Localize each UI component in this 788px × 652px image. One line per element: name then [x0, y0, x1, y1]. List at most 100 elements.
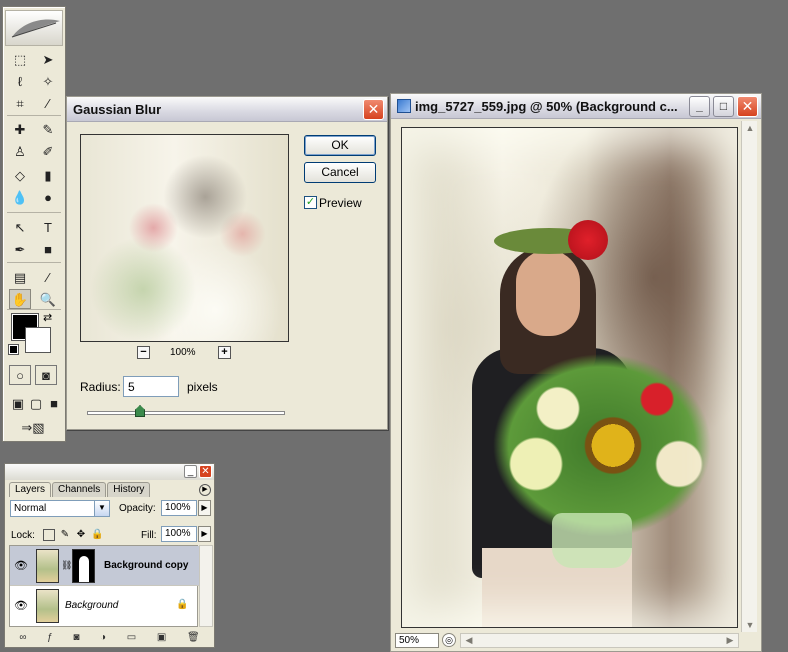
link-layers-icon[interactable]: ∞	[19, 632, 26, 643]
blur-tool-icon[interactable]: 💧	[9, 187, 31, 207]
lock-image-icon[interactable]: ✎	[59, 529, 71, 541]
layer-mask-thumbnail[interactable]	[72, 549, 95, 583]
preview-zoom-level: 100%	[170, 347, 196, 358]
zoom-in-button[interactable]: +	[218, 346, 231, 359]
dialog-close-button[interactable]: ✕	[363, 99, 384, 120]
status-info-icon[interactable]: ◎	[442, 633, 456, 647]
background-color-swatch[interactable]	[25, 327, 51, 353]
cancel-button[interactable]: Cancel	[304, 162, 376, 183]
lock-label: Lock:	[11, 530, 35, 541]
screen-mode-full-icon[interactable]: ■	[43, 393, 65, 413]
lock-position-icon[interactable]: ✥	[75, 529, 87, 541]
chain-link-icon[interactable]: ⛓	[61, 560, 72, 571]
marquee-tool-icon[interactable]: ⬚	[9, 49, 31, 69]
layer-name: Background	[65, 600, 119, 611]
blend-mode-value: Normal	[14, 503, 47, 514]
palette-close-button[interactable]: ✕	[199, 465, 212, 478]
fill-arrow-icon[interactable]: ▶	[198, 526, 211, 542]
gradient-tool-icon[interactable]: ▮	[37, 165, 59, 185]
standard-mode-icon[interactable]: ○	[9, 365, 31, 385]
layer-row-background-copy[interactable]: 👁 ⛓ Background copy	[10, 546, 199, 586]
radius-input[interactable]: 5	[123, 376, 179, 397]
document-status-bar: 50% ◎ ◀ ▶	[395, 632, 739, 648]
vertical-scrollbar[interactable]: ▲ ▼	[741, 121, 757, 632]
path-selection-tool-icon[interactable]: ↖	[9, 217, 31, 237]
radius-slider-thumb[interactable]	[135, 405, 145, 417]
layers-palette: _ ✕ Layers Channels History ▶ Normal ▼ O…	[4, 463, 215, 648]
adjustment-layer-icon[interactable]: ◑	[100, 632, 106, 643]
palette-minimize-button[interactable]: _	[184, 465, 197, 478]
layer-lock-icon: 🔒	[176, 599, 189, 610]
layer-style-icon[interactable]: ƒ	[47, 632, 53, 643]
dialog-title: Gaussian Blur	[67, 97, 387, 122]
feather-logo-icon	[5, 10, 63, 46]
radius-unit-label: pixels	[187, 380, 218, 394]
pen-tool-icon[interactable]: ✒	[9, 239, 31, 259]
new-group-icon[interactable]: ▭	[127, 632, 136, 643]
history-brush-tool-icon[interactable]: ✐	[37, 141, 59, 161]
opacity-arrow-icon[interactable]: ▶	[198, 500, 211, 516]
eraser-tool-icon[interactable]: ◇	[9, 165, 31, 185]
notes-tool-icon[interactable]: ▤	[9, 267, 31, 287]
slice-tool-icon[interactable]: ⁄	[37, 93, 59, 113]
preview-checkbox[interactable]: ✓	[304, 196, 317, 209]
horizontal-scrollbar[interactable]: ◀ ▶	[460, 632, 739, 648]
layer-list-scrollbar[interactable]	[199, 545, 213, 627]
eyedropper-tool-icon[interactable]: ⁄	[37, 267, 59, 287]
maximize-button[interactable]: □	[713, 96, 734, 117]
blur-preview-image[interactable]	[80, 134, 289, 342]
fill-field[interactable]: 100%	[161, 526, 197, 542]
layer-thumbnail	[36, 549, 59, 583]
document-icon	[397, 99, 411, 113]
opacity-field[interactable]: 100%	[161, 500, 197, 516]
blend-mode-select[interactable]: Normal ▼	[10, 500, 110, 517]
zoom-out-button[interactable]: −	[137, 346, 150, 359]
toolbox: ⬚ ➤ ℓ ✧ ⌗ ⁄ ✚ ✎ ♙ ✐ ◇ ▮ 💧 ● ↖ T ✒ ■ ▤ ⁄ ✋ 🔍 ⇄ ○ ◙ ▣ ▢ ■ ⇒▧	[2, 6, 66, 442]
tab-channels[interactable]: Channels	[52, 482, 107, 497]
quick-mask-mode-icon[interactable]: ◙	[35, 365, 57, 385]
zoom-tool-icon[interactable]: 🔍	[37, 289, 59, 309]
eye-icon[interactable]: 👁	[14, 559, 28, 572]
ok-button[interactable]: OK	[304, 135, 376, 156]
crop-tool-icon[interactable]: ⌗	[9, 93, 31, 113]
lasso-tool-icon[interactable]: ℓ	[9, 71, 31, 91]
layer-row-background[interactable]: 👁 Background 🔒	[10, 586, 199, 626]
add-mask-icon[interactable]: ◙	[73, 632, 79, 643]
lock-all-icon[interactable]: 🔒	[91, 529, 103, 541]
swap-colors-icon[interactable]: ⇄	[43, 311, 52, 324]
opacity-label: Opacity:	[119, 503, 156, 514]
zoom-level-field[interactable]: 50%	[395, 632, 439, 648]
radius-slider-track[interactable]	[87, 411, 285, 415]
palette-menu-icon[interactable]: ▶	[199, 484, 211, 496]
jump-to-imageready-icon[interactable]: ⇒▧	[9, 417, 57, 437]
tab-history[interactable]: History	[107, 482, 151, 497]
eye-icon[interactable]: 👁	[14, 599, 28, 612]
new-layer-icon[interactable]: ▣	[157, 632, 166, 643]
lock-transparency-icon[interactable]	[43, 529, 55, 541]
radius-label: Radius:	[80, 380, 121, 394]
type-tool-icon[interactable]: T	[37, 217, 59, 237]
layer-thumbnail	[36, 589, 59, 623]
palette-tabs: Layers Channels History	[9, 482, 210, 497]
shape-tool-icon[interactable]: ■	[37, 239, 59, 259]
document-close-button[interactable]: ✕	[737, 96, 758, 117]
fill-label: Fill:	[141, 530, 157, 541]
gaussian-blur-dialog: Gaussian Blur ✕ − 100% + OK Cancel ✓ Pre…	[66, 96, 388, 430]
hand-tool-icon[interactable]: ✋	[9, 289, 31, 309]
layer-name: Background copy	[104, 560, 189, 571]
delete-layer-icon[interactable]: 🗑	[187, 632, 200, 643]
minimize-button[interactable]: _	[689, 96, 710, 117]
chevron-down-icon: ▼	[94, 501, 109, 516]
brush-tool-icon[interactable]: ✎	[37, 119, 59, 139]
image-document-window: img_5727_559.jpg @ 50% (Background c... …	[390, 93, 762, 652]
tab-layers[interactable]: Layers	[9, 482, 52, 497]
magic-wand-tool-icon[interactable]: ✧	[37, 71, 59, 91]
healing-brush-tool-icon[interactable]: ✚	[9, 119, 31, 139]
image-canvas[interactable]	[401, 127, 738, 628]
dodge-tool-icon[interactable]: ●	[37, 187, 59, 207]
default-colors-icon[interactable]	[8, 344, 19, 355]
layer-list: 👁 ⛓ Background copy 👁 Background 🔒	[9, 545, 199, 627]
clone-stamp-tool-icon[interactable]: ♙	[9, 141, 31, 161]
preview-label: Preview	[319, 196, 362, 210]
move-tool-icon[interactable]: ➤	[37, 49, 59, 69]
